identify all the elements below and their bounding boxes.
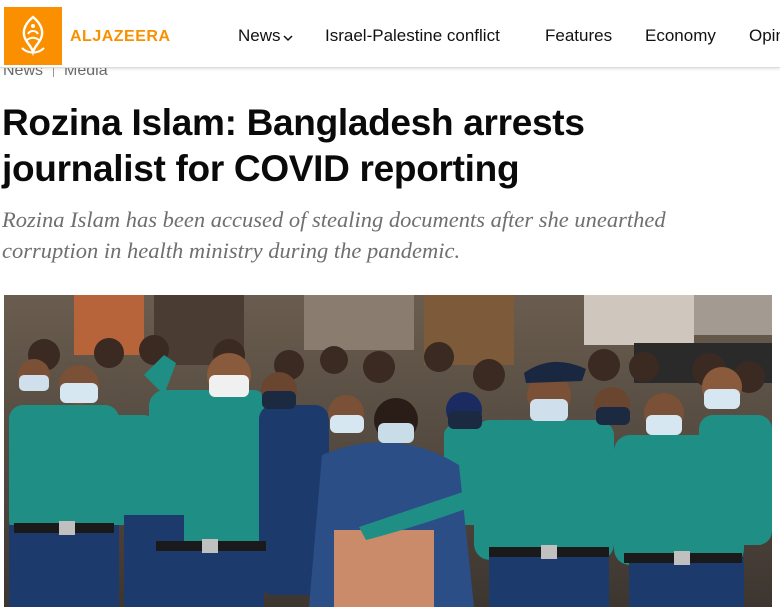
nav-item-news[interactable]: News	[238, 26, 293, 47]
nav-item-label: Opin	[749, 26, 780, 45]
article-headline: Rozina Islam: Bangladesh arrests journal…	[2, 102, 585, 189]
chevron-down-icon	[282, 27, 293, 47]
nav-item-label: Economy	[645, 26, 716, 45]
nav-item-economy[interactable]: Economy	[645, 26, 716, 46]
site-header: ALJAZEERA News Israel-Palestine conflict…	[0, 0, 780, 68]
nav-item-opinion[interactable]: Opin	[749, 26, 780, 46]
nav-item-label: Features	[545, 26, 613, 45]
aljazeera-calligraphy-icon	[21, 15, 45, 57]
nav-item-label: News	[238, 26, 281, 45]
article-hero-image	[4, 295, 772, 607]
article-standfirst: Rozina Islam has been accused of stealin…	[2, 207, 666, 263]
nav-item-israel-palestine[interactable]: Israel-Palestine conflict	[325, 26, 500, 46]
nav-item-label: Israel-Palestine conflict	[325, 26, 500, 45]
nav-item-features[interactable]: Features	[545, 26, 612, 46]
site-logo[interactable]	[4, 7, 62, 65]
brand-wordmark[interactable]: ALJAZEERA	[70, 28, 171, 46]
hero-photo-illustration	[4, 295, 772, 607]
